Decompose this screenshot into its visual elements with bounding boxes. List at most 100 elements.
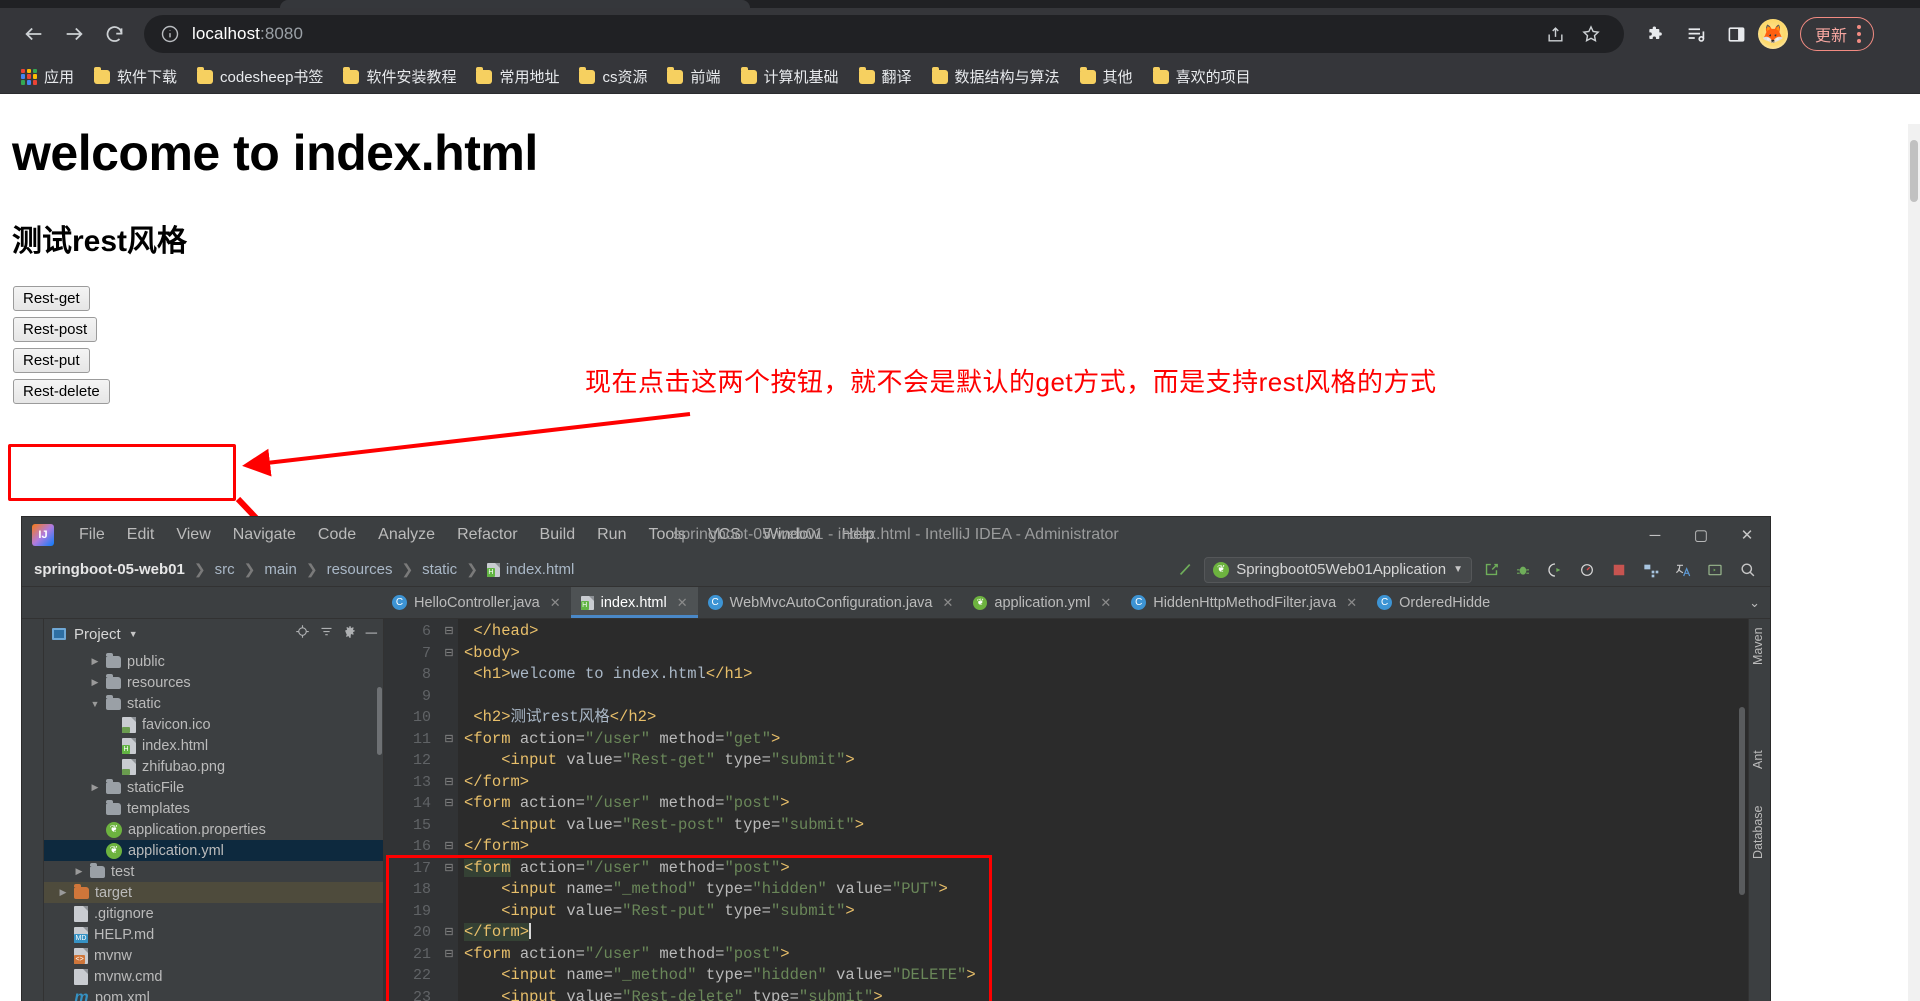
fold-marker[interactable] [440, 987, 458, 1001]
fold-marker[interactable]: ⊟ [440, 621, 458, 643]
tree-scrollbar-thumb[interactable] [377, 687, 382, 755]
bookmark-folder-2[interactable]: codesheep书签 [188, 62, 332, 91]
tree-row-public[interactable]: ▶ public [44, 651, 383, 672]
fold-marker[interactable]: ⊟ [440, 772, 458, 794]
fold-marker[interactable]: ⊟ [440, 643, 458, 665]
tree-row-index-html[interactable]: Hindex.html [44, 735, 383, 756]
bookmark-star-icon[interactable] [1574, 17, 1608, 51]
share-icon[interactable] [1538, 17, 1572, 51]
breadcrumb-main[interactable]: main [264, 561, 297, 578]
tab-webmvcautoconfiguration-java[interactable]: C WebMvcAutoConfiguration.java ✕ [698, 587, 964, 618]
expand-arrow-icon[interactable]: ▶ [74, 866, 84, 877]
project-file-tree[interactable]: ▶ public ▶ resources ▼ static favicon.ico H… [44, 649, 383, 1001]
project-structure-icon[interactable] [1638, 557, 1664, 583]
menu-navigate[interactable]: Navigate [222, 523, 307, 547]
fold-marker[interactable] [440, 686, 458, 708]
three-dot-menu-icon[interactable] [1851, 25, 1867, 43]
editor-scrollbar-thumb[interactable] [1739, 707, 1745, 895]
fold-marker[interactable]: ⊟ [440, 793, 458, 815]
close-icon[interactable]: ✕ [1100, 595, 1111, 611]
debug-icon[interactable] [1510, 557, 1536, 583]
tree-row-staticfile[interactable]: ▶ staticFile [44, 777, 383, 798]
rest-post-button[interactable]: Rest-post [13, 317, 98, 342]
expand-arrow-icon[interactable]: ▶ [90, 782, 100, 793]
chevron-down-icon[interactable]: ▼ [129, 629, 138, 639]
fold-marker[interactable] [440, 815, 458, 837]
bookmark-folder-5[interactable]: cs资源 [570, 62, 656, 91]
hide-panel-icon[interactable]: ─ [366, 625, 377, 643]
fold-marker[interactable] [440, 879, 458, 901]
chevron-down-icon[interactable]: ▼ [1453, 564, 1463, 575]
tree-row-mvnw[interactable]: <> mvnw [44, 945, 383, 966]
bookmark-folder-6[interactable]: 前端 [658, 62, 729, 91]
tree-row-static[interactable]: ▼ static [44, 693, 383, 714]
bookmark-folder-3[interactable]: 软件安装教程 [334, 62, 465, 91]
menu-edit[interactable]: Edit [116, 523, 166, 547]
side-panel-icon[interactable] [1718, 16, 1754, 52]
collapse-arrow-icon[interactable]: ▼ [90, 699, 100, 709]
tree-row-mvnw-cmd[interactable]: mvnw.cmd [44, 966, 383, 987]
close-icon[interactable]: ✕ [1346, 595, 1357, 611]
close-icon[interactable]: ✕ [677, 595, 688, 611]
close-icon[interactable]: ✕ [1724, 518, 1770, 552]
bookmark-folder-7[interactable]: 计算机基础 [732, 62, 848, 91]
page-scrollbar-thumb[interactable] [1910, 140, 1918, 202]
page-scrollbar[interactable] [1908, 124, 1920, 1001]
stop-icon[interactable] [1606, 557, 1632, 583]
bookmark-folder-11[interactable]: 喜欢的项目 [1144, 62, 1260, 91]
tree-row-zhifubao-png[interactable]: zhifubao.png [44, 756, 383, 777]
breadcrumb-index-html[interactable]: index.html [506, 561, 574, 578]
tree-row-help-md[interactable]: MD HELP.md [44, 924, 383, 945]
bookmark-apps[interactable]: 应用 [12, 62, 83, 91]
run-icon[interactable] [1478, 557, 1504, 583]
menu-build[interactable]: Build [529, 523, 587, 547]
forward-arrow-icon[interactable] [54, 14, 94, 54]
rest-get-button[interactable]: Rest-get [13, 286, 90, 311]
bookmark-folder-9[interactable]: 数据结构与算法 [923, 62, 1069, 91]
fold-marker[interactable] [440, 664, 458, 686]
make-project-icon[interactable] [1172, 557, 1198, 583]
tree-row-application-properties[interactable]: ❦ application.properties [44, 819, 383, 840]
tab-hiddenhttpmethodfilter-java[interactable]: C HiddenHttpMethodFilter.java ✕ [1121, 587, 1367, 618]
fold-marker[interactable] [440, 707, 458, 729]
close-icon[interactable]: ✕ [550, 595, 561, 611]
expand-arrow-icon[interactable]: ▶ [58, 887, 68, 898]
code-editor[interactable]: 6 7 8 9 10 11 12 13 14 15 16 17 18 19 20… [384, 619, 1748, 1001]
update-button[interactable]: 更新 [1800, 17, 1875, 51]
tree-row-application-yml[interactable]: ❦ application.yml [44, 840, 383, 861]
tab-index-html[interactable]: H index.html ✕ [570, 587, 698, 618]
maximize-icon[interactable]: ▢ [1678, 518, 1724, 552]
bookmark-folder-4[interactable]: 常用地址 [467, 62, 568, 91]
bookmark-folder-1[interactable]: 软件下载 [85, 62, 186, 91]
close-icon[interactable]: ✕ [942, 595, 953, 611]
fold-marker[interactable]: ⊟ [440, 836, 458, 858]
breadcrumb-src[interactable]: src [215, 561, 235, 578]
rest-put-button[interactable]: Rest-put [13, 348, 90, 373]
breadcrumb-static[interactable]: static [422, 561, 457, 578]
editor-code-text[interactable]: </head> <body> <h1>welcome to index.html<… [458, 619, 1748, 1001]
minimize-icon[interactable]: ─ [1632, 518, 1678, 552]
editor-fold-gutter[interactable]: ⊟ ⊟ ⊟ ⊟ ⊟ ⊟ ⊟ ⊟ ⊟ [440, 619, 458, 1001]
run-configuration-selector[interactable]: ❦ Springboot05Web01Application ▼ [1204, 556, 1472, 583]
tree-row-resources[interactable]: ▶ resources [44, 672, 383, 693]
fold-marker[interactable]: ⊟ [440, 729, 458, 751]
fold-marker[interactable] [440, 965, 458, 987]
fold-marker[interactable] [440, 901, 458, 923]
terminal-icon[interactable] [1702, 557, 1728, 583]
menu-analyze[interactable]: Analyze [367, 523, 446, 547]
expand-arrow-icon[interactable]: ▶ [90, 677, 100, 688]
collapse-all-icon[interactable] [319, 624, 334, 644]
search-everywhere-icon[interactable] [1734, 557, 1760, 583]
profiler-icon[interactable] [1574, 557, 1600, 583]
menu-refactor[interactable]: Refactor [446, 523, 528, 547]
tree-row-pom-xml[interactable]: m pom.xml [44, 987, 383, 1001]
breadcrumb-resources[interactable]: resources [327, 561, 393, 578]
bookmark-folder-10[interactable]: 其他 [1071, 62, 1142, 91]
expand-arrow-icon[interactable]: ▶ [90, 656, 100, 667]
breadcrumb-project[interactable]: springboot-05-web01 [34, 561, 185, 578]
active-browser-tab[interactable] [280, 0, 750, 8]
reload-arrow-icon[interactable] [94, 14, 134, 54]
tree-row-favicon-ico[interactable]: favicon.ico [44, 714, 383, 735]
rest-delete-button[interactable]: Rest-delete [13, 379, 110, 404]
address-bar[interactable]: localhost:8080 [144, 15, 1624, 53]
